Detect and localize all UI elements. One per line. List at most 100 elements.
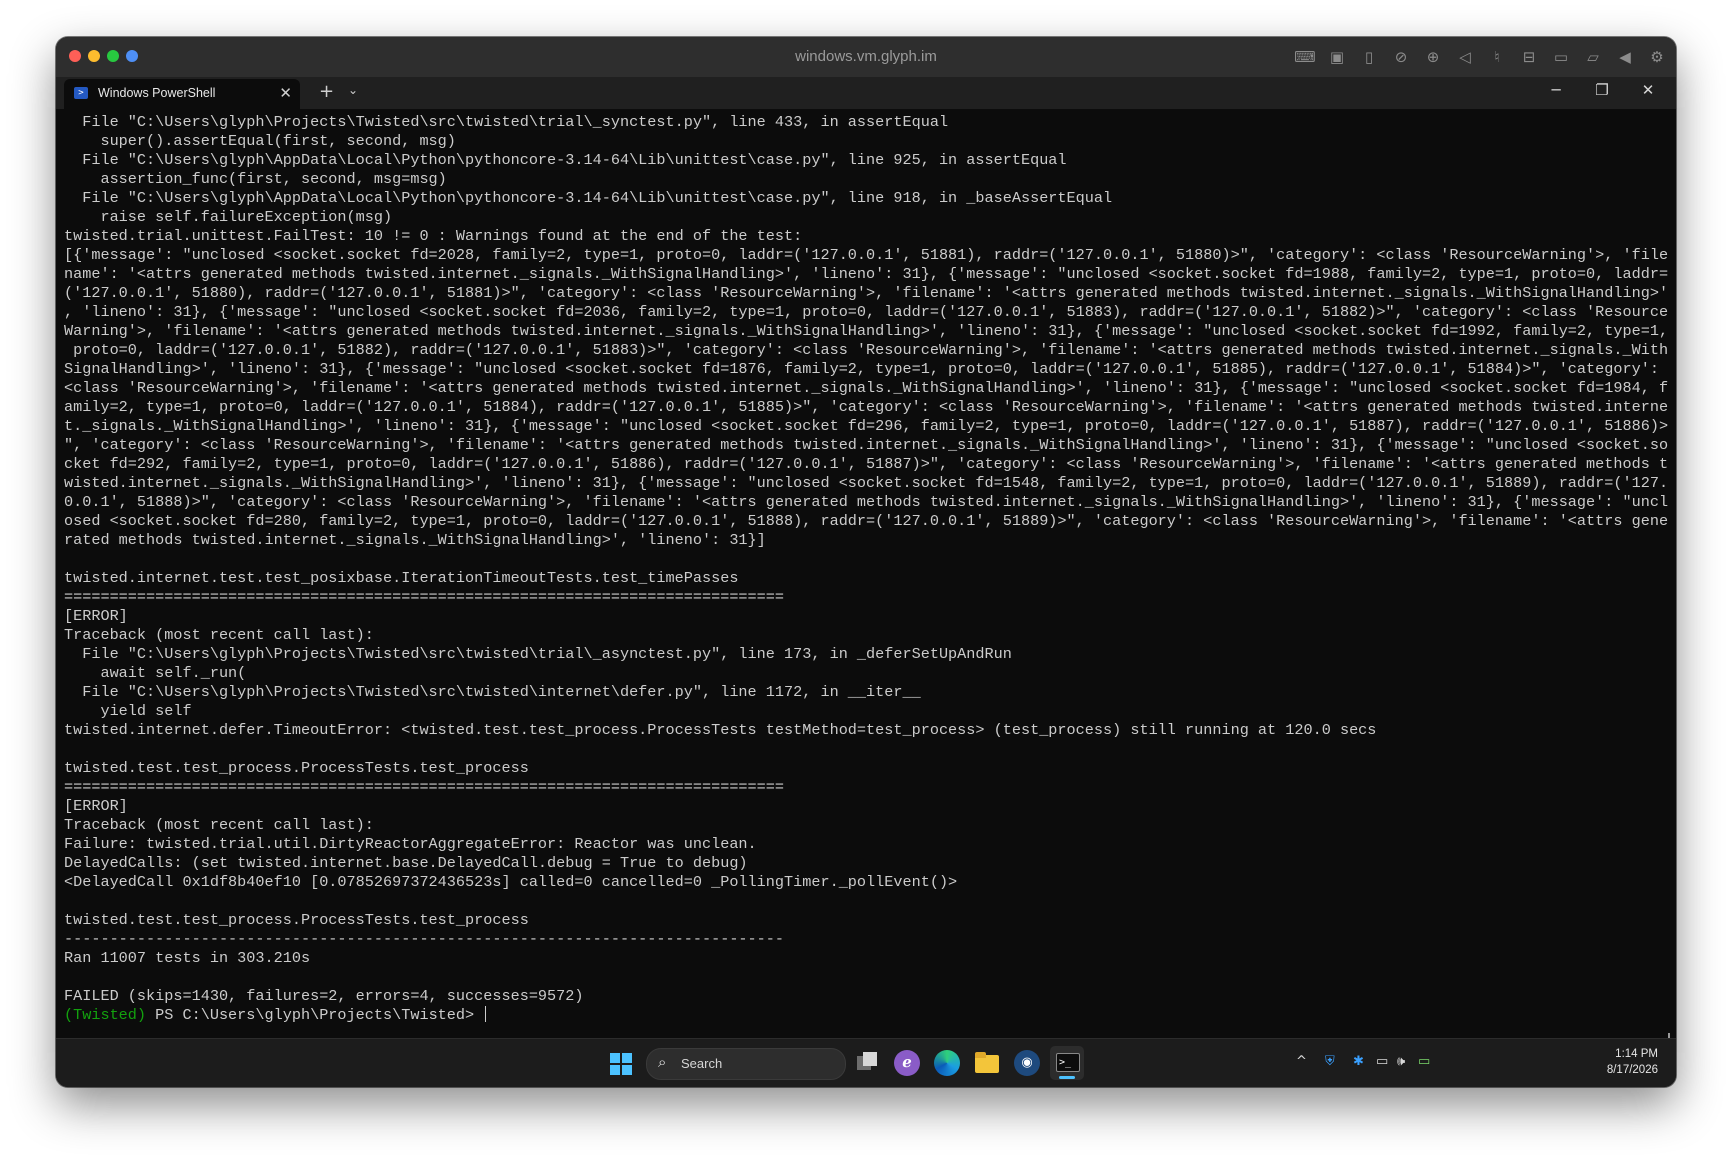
- close-window-button[interactable]: ✕: [1628, 81, 1668, 99]
- terminal-line: amily=2, type=1, proto=0, laddr=('127.0.…: [64, 398, 1668, 416]
- tab-title: Windows PowerShell: [98, 86, 216, 100]
- terminal-line: 0.0.1', 51888)>", 'category': <class 'Re…: [64, 493, 1668, 511]
- terminal-line: File "C:\Users\glyph\Projects\Twisted\sr…: [64, 645, 1012, 663]
- prompt-line[interactable]: (Twisted) PS C:\Users\glyph\Projects\Twi…: [64, 1006, 1668, 1025]
- file-explorer-icon[interactable]: [974, 1050, 1000, 1076]
- camera-icon[interactable]: ▭: [1550, 47, 1572, 67]
- terminal-line: twisted.test.test_process.ProcessTests.t…: [64, 911, 529, 929]
- drive-icon[interactable]: ⊟: [1518, 47, 1540, 67]
- edge-icon[interactable]: [934, 1050, 960, 1076]
- terminal-line: ========================================…: [64, 588, 785, 606]
- terminal-icon[interactable]: >_: [1050, 1046, 1084, 1080]
- terminal-line: ========================================…: [64, 778, 785, 796]
- restore-button[interactable]: ❐: [1582, 81, 1622, 99]
- terminal-line: DelayedCalls: (set twisted.internet.base…: [64, 854, 748, 872]
- play-icon[interactable]: ◀: [1614, 47, 1636, 67]
- vm-window: windows.vm.glyph.im ⌨ ▣ ▯ ⊘ ⊕ ◁ ♮ ⊟ ▭ ▱ …: [56, 37, 1676, 1087]
- text-cursor: [485, 1006, 487, 1022]
- no-camera-icon[interactable]: ⊘: [1390, 47, 1412, 67]
- tab-close-icon[interactable]: ✕: [279, 84, 292, 102]
- terminal-line: [ERROR]: [64, 797, 128, 815]
- bluetooth-icon[interactable]: ✱: [1353, 1054, 1364, 1069]
- volume-icon[interactable]: 🕪: [1397, 1054, 1405, 1069]
- terminal-line: twisted.test.test_process.ProcessTests.t…: [64, 759, 529, 777]
- terminal-line: Failure: twisted.trial.util.DirtyReactor…: [64, 835, 757, 853]
- search-label: Search: [681, 1056, 723, 1071]
- terminal-line: name': '<attrs generated methods twisted…: [64, 265, 1668, 283]
- network-icon[interactable]: ▭: [1376, 1054, 1388, 1069]
- terminal-line: ", 'category': <class 'ResourceWarning'>…: [64, 436, 1668, 454]
- windows-taskbar: ⌕ Search ℯ ◉ >_ ^ ⛨ ✱ ▭ 🕪 ▭ 1:14 PM 8/17…: [56, 1038, 1676, 1087]
- e-app-icon[interactable]: ℯ: [894, 1050, 920, 1076]
- terminal-line: osed <socket.socket fd=280, family=2, ty…: [64, 512, 1668, 530]
- terminal-icon-glyph: >_: [1056, 1053, 1080, 1072]
- terminal-line: <class 'ResourceWarning'>, 'filename': '…: [64, 379, 1668, 397]
- keyboard-icon[interactable]: ⌨: [1294, 47, 1316, 67]
- terminal-line: File "C:\Users\glyph\AppData\Local\Pytho…: [64, 151, 1067, 169]
- terminal-line: t._signals._WithSignalHandling>', 'linen…: [64, 417, 1668, 435]
- terminal-lines: File "C:\Users\glyph\Projects\Twisted\sr…: [64, 113, 1668, 1025]
- terminal-line: Ran 11007 tests in 303.210s: [64, 949, 311, 967]
- tray-chevron-up-icon[interactable]: ^: [1296, 1054, 1307, 1069]
- minimize-button[interactable]: ─: [1536, 81, 1576, 99]
- chip-icon[interactable]: ▣: [1326, 47, 1348, 67]
- terminal-line: rated methods twisted.internet._signals.…: [64, 531, 766, 549]
- taskbar-search[interactable]: ⌕ Search: [646, 1048, 846, 1080]
- new-tab-button[interactable]: +: [319, 81, 334, 102]
- terminal-line: SignalHandling>', 'lineno': 31}, {'messa…: [64, 360, 1659, 378]
- clock-time: 1:14 PM: [1615, 1048, 1658, 1060]
- terminal-line: <DelayedCall 0x1df8b40ef10 [0.0785269737…: [64, 873, 958, 891]
- prompt-venv: (Twisted): [64, 1006, 147, 1024]
- terminal-line: twisted.internet.defer.TimeoutError: <tw…: [64, 721, 1377, 739]
- terminal-line: , 'lineno': 31}, {'message': "unclosed <…: [64, 303, 1668, 321]
- start-icon[interactable]: [610, 1053, 632, 1075]
- clock-date: 8/17/2026: [1606, 1064, 1658, 1076]
- terminal-line: await self._run(: [64, 664, 247, 682]
- task-view-icon[interactable]: [854, 1050, 880, 1076]
- tab-windows-powershell[interactable]: > Windows PowerShell ✕: [64, 79, 300, 109]
- vm-toolbar: ⌨ ▣ ▯ ⊘ ⊕ ◁ ♮ ⊟ ▭ ▱ ◀ ⚙: [1294, 47, 1668, 67]
- speaker-icon[interactable]: ◁: [1454, 47, 1476, 67]
- vm-titlebar[interactable]: windows.vm.glyph.im ⌨ ▣ ▯ ⊘ ⊕ ◁ ♮ ⊟ ▭ ▱ …: [56, 37, 1676, 78]
- terminal-line: Traceback (most recent call last):: [64, 626, 374, 644]
- gear-icon[interactable]: ⚙: [1646, 47, 1668, 67]
- terminal-line: File "C:\Users\glyph\Projects\Twisted\sr…: [64, 113, 949, 131]
- terminal-line: FAILED (skips=1430, failures=2, errors=4…: [64, 987, 584, 1005]
- globe-icon[interactable]: ⊕: [1422, 47, 1444, 67]
- terminal-line: assertion_func(first, second, msg=msg): [64, 170, 447, 188]
- terminal-line: twisted.trial.unittest.FailTest: 10 != 0…: [64, 227, 803, 245]
- steam-icon[interactable]: ◉: [1014, 1050, 1040, 1076]
- terminal-line: [ERROR]: [64, 607, 128, 625]
- defender-icon[interactable]: ⛨: [1325, 1054, 1335, 1069]
- prompt-path: PS C:\Users\glyph\Projects\Twisted>: [146, 1006, 484, 1024]
- search-icon: ⌕: [658, 1053, 667, 1071]
- folder-icon[interactable]: ▱: [1582, 47, 1604, 67]
- active-indicator: [1059, 1076, 1075, 1079]
- terminal-line: yield self: [64, 702, 192, 720]
- terminal-line: twisted.internet.test.test_posixbase.Ite…: [64, 569, 739, 587]
- terminal-line: raise self.failureException(msg): [64, 208, 393, 226]
- terminal-line: cket fd=292, family=2, type=1, proto=0, …: [64, 455, 1668, 473]
- battery-icon[interactable]: ▭: [1418, 1054, 1430, 1069]
- terminal-output[interactable]: File "C:\Users\glyph\Projects\Twisted\sr…: [56, 109, 1676, 1039]
- terminal-line: proto=0, laddr=('127.0.0.1', 51882), rad…: [64, 341, 1668, 359]
- terminal-line: File "C:\Users\glyph\AppData\Local\Pytho…: [64, 189, 1113, 207]
- terminal-line: super().assertEqual(first, second, msg): [64, 132, 456, 150]
- terminal-line: File "C:\Users\glyph\Projects\Twisted\sr…: [64, 683, 921, 701]
- terminal-line: Warning'>, 'filename': '<attrs generated…: [64, 322, 1668, 340]
- terminal-line: wisted.internet._signals._WithSignalHand…: [64, 474, 1668, 492]
- terminal-tabbar: > Windows PowerShell ✕ + ⌄ ─ ❐ ✕: [56, 77, 1676, 109]
- usb-icon[interactable]: ▯: [1358, 47, 1380, 67]
- terminal-line: [{'message': "unclosed <socket.socket fd…: [64, 246, 1668, 264]
- chevron-down-icon[interactable]: ⌄: [348, 83, 358, 97]
- powershell-icon: >: [74, 87, 88, 99]
- microphone-icon[interactable]: ♮: [1486, 47, 1508, 67]
- clock[interactable]: 1:14 PM 8/17/2026: [1607, 1046, 1658, 1078]
- terminal-line: Traceback (most recent call last):: [64, 816, 374, 834]
- terminal-line: ----------------------------------------…: [64, 930, 785, 948]
- terminal-line: ('127.0.0.1', 51880), raddr=('127.0.0.1'…: [64, 284, 1668, 302]
